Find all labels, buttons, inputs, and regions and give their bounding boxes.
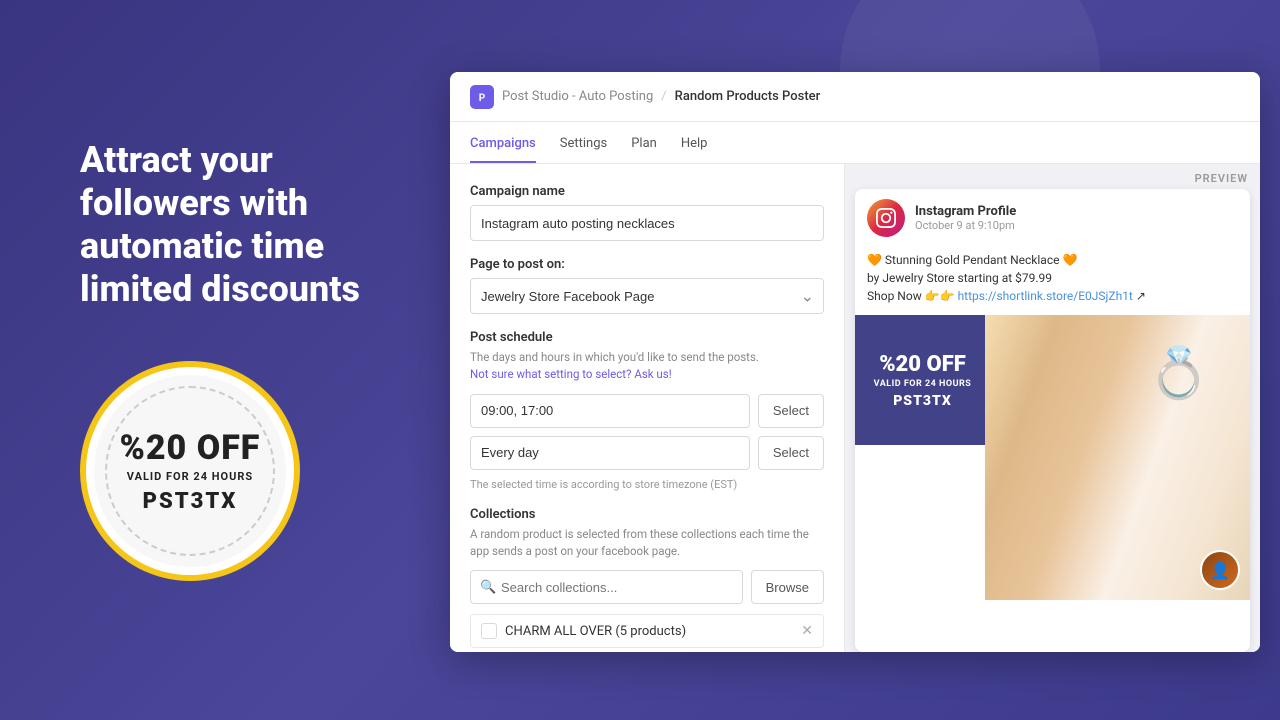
search-input-wrapper: 🔍 [470, 570, 743, 604]
collection-search-input[interactable] [470, 570, 743, 604]
schedule-desc-1: The days and hours in which you'd like t… [470, 350, 759, 364]
preview-shop-text: Shop Now 👉👉 [867, 289, 955, 303]
app-nav: Campaigns Settings Plan Help [450, 122, 1260, 164]
app-content: Campaign name Page to post on: Jewelry S… [450, 164, 1260, 652]
preview-profile-info: Instagram Profile October 9 at 9:10pm [915, 204, 1016, 232]
time-select-button[interactable]: Select [758, 394, 824, 428]
collections-title: Collections [470, 507, 824, 522]
app-header: P Post Studio - Auto Posting / Random Pr… [450, 72, 1260, 122]
freq-input[interactable] [470, 436, 750, 470]
left-panel: Attract your followers with automatic ti… [40, 0, 420, 720]
campaign-name-input[interactable] [470, 205, 824, 241]
avatar-instagram-icon [876, 208, 896, 228]
breadcrumb-parent: Post Studio - Auto Posting [502, 89, 653, 104]
schedule-desc: The days and hours in which you'd like t… [470, 349, 824, 384]
campaign-name-label: Campaign name [470, 184, 824, 199]
page-select[interactable]: Jewelry Store Facebook Page [470, 278, 824, 314]
overlay-percent: %20 OFF [879, 352, 966, 377]
preview-text-line1: 🧡 Stunning Gold Pendant Necklace 🧡 [867, 251, 1238, 269]
time-row: Select [470, 394, 824, 428]
form-panel: Campaign name Page to post on: Jewelry S… [450, 164, 845, 652]
preview-post-header: Instagram Profile October 9 at 9:10pm [855, 189, 1250, 247]
freq-select-button[interactable]: Select [758, 436, 824, 470]
preview-image: %20 OFF VALID FOR 24 HOURS PST3TX 👤 [855, 315, 1250, 600]
overlay-code: PST3TX [893, 393, 952, 409]
preview-shop-row: Shop Now 👉👉 https://shortlink.store/E0JS… [867, 287, 1238, 305]
preview-label: PREVIEW [845, 164, 1260, 189]
collections-desc: A random product is selected from these … [470, 526, 824, 561]
preview-post-text: 🧡 Stunning Gold Pendant Necklace 🧡 by Je… [855, 247, 1250, 315]
logo-icon: P [475, 90, 489, 104]
tab-settings[interactable]: Settings [560, 136, 607, 163]
overlay-valid: VALID FOR 24 HOURS [874, 379, 972, 389]
timezone-note: The selected time is according to store … [470, 478, 824, 491]
collection-name: CHARM ALL OVER (5 products) [505, 624, 793, 639]
freq-row: Select [470, 436, 824, 470]
user-avatar: 👤 [1200, 550, 1240, 590]
search-row: 🔍 Browse [470, 570, 824, 604]
collections-group: Collections A random product is selected… [470, 507, 824, 649]
tab-plan[interactable]: Plan [631, 136, 657, 163]
preview-panel: PREVIEW Instagram Profile October 9 at 9… [845, 164, 1260, 652]
headline: Attract your followers with automatic ti… [80, 139, 380, 312]
schedule-title: Post schedule [470, 330, 824, 345]
page-select-wrapper: Jewelry Store Facebook Page [470, 278, 824, 314]
page-group: Page to post on: Jewelry Store Facebook … [470, 257, 824, 314]
search-icon: 🔍 [480, 580, 496, 595]
svg-text:P: P [479, 93, 486, 104]
schedule-group: Post schedule The days and hours in whic… [470, 330, 824, 491]
badge-code: PST3TX [143, 489, 238, 514]
tab-help[interactable]: Help [681, 136, 708, 163]
app-logo: P [470, 85, 494, 109]
preview-link-icon: ↗ [1136, 289, 1146, 303]
discount-badge: %20 OFF VALID FOR 24 HOURS PST3TX [80, 361, 300, 581]
breadcrumb-current: Random Products Poster [675, 89, 821, 104]
app-panel: P Post Studio - Auto Posting / Random Pr… [450, 72, 1260, 652]
preview-text-line2: by Jewelry Store starting at $79.99 [867, 269, 1238, 287]
time-input[interactable] [470, 394, 750, 428]
tab-campaigns[interactable]: Campaigns [470, 136, 536, 163]
collection-checkbox[interactable] [481, 623, 497, 639]
preview-shop-link[interactable]: https://shortlink.store/E0JSjZh1t [958, 289, 1133, 303]
preview-card: Instagram Profile October 9 at 9:10pm 🧡 … [855, 189, 1250, 652]
preview-avatar [867, 199, 905, 237]
page-label: Page to post on: [470, 257, 824, 272]
collection-item: CHARM ALL OVER (5 products) ✕ [470, 614, 824, 648]
badge-valid: VALID FOR 24 HOURS [127, 470, 253, 483]
collection-remove-button[interactable]: ✕ [801, 623, 813, 639]
breadcrumb-separator: / [661, 89, 666, 104]
campaign-name-group: Campaign name [470, 184, 824, 241]
schedule-ask-link[interactable]: Not sure what setting to select? Ask us! [470, 367, 672, 381]
preview-post-date: October 9 at 9:10pm [915, 219, 1016, 232]
discount-overlay: %20 OFF VALID FOR 24 HOURS PST3TX [855, 315, 990, 445]
preview-profile-name: Instagram Profile [915, 204, 1016, 219]
browse-button[interactable]: Browse [751, 570, 824, 604]
badge-percent: %20 OFF [120, 428, 261, 468]
